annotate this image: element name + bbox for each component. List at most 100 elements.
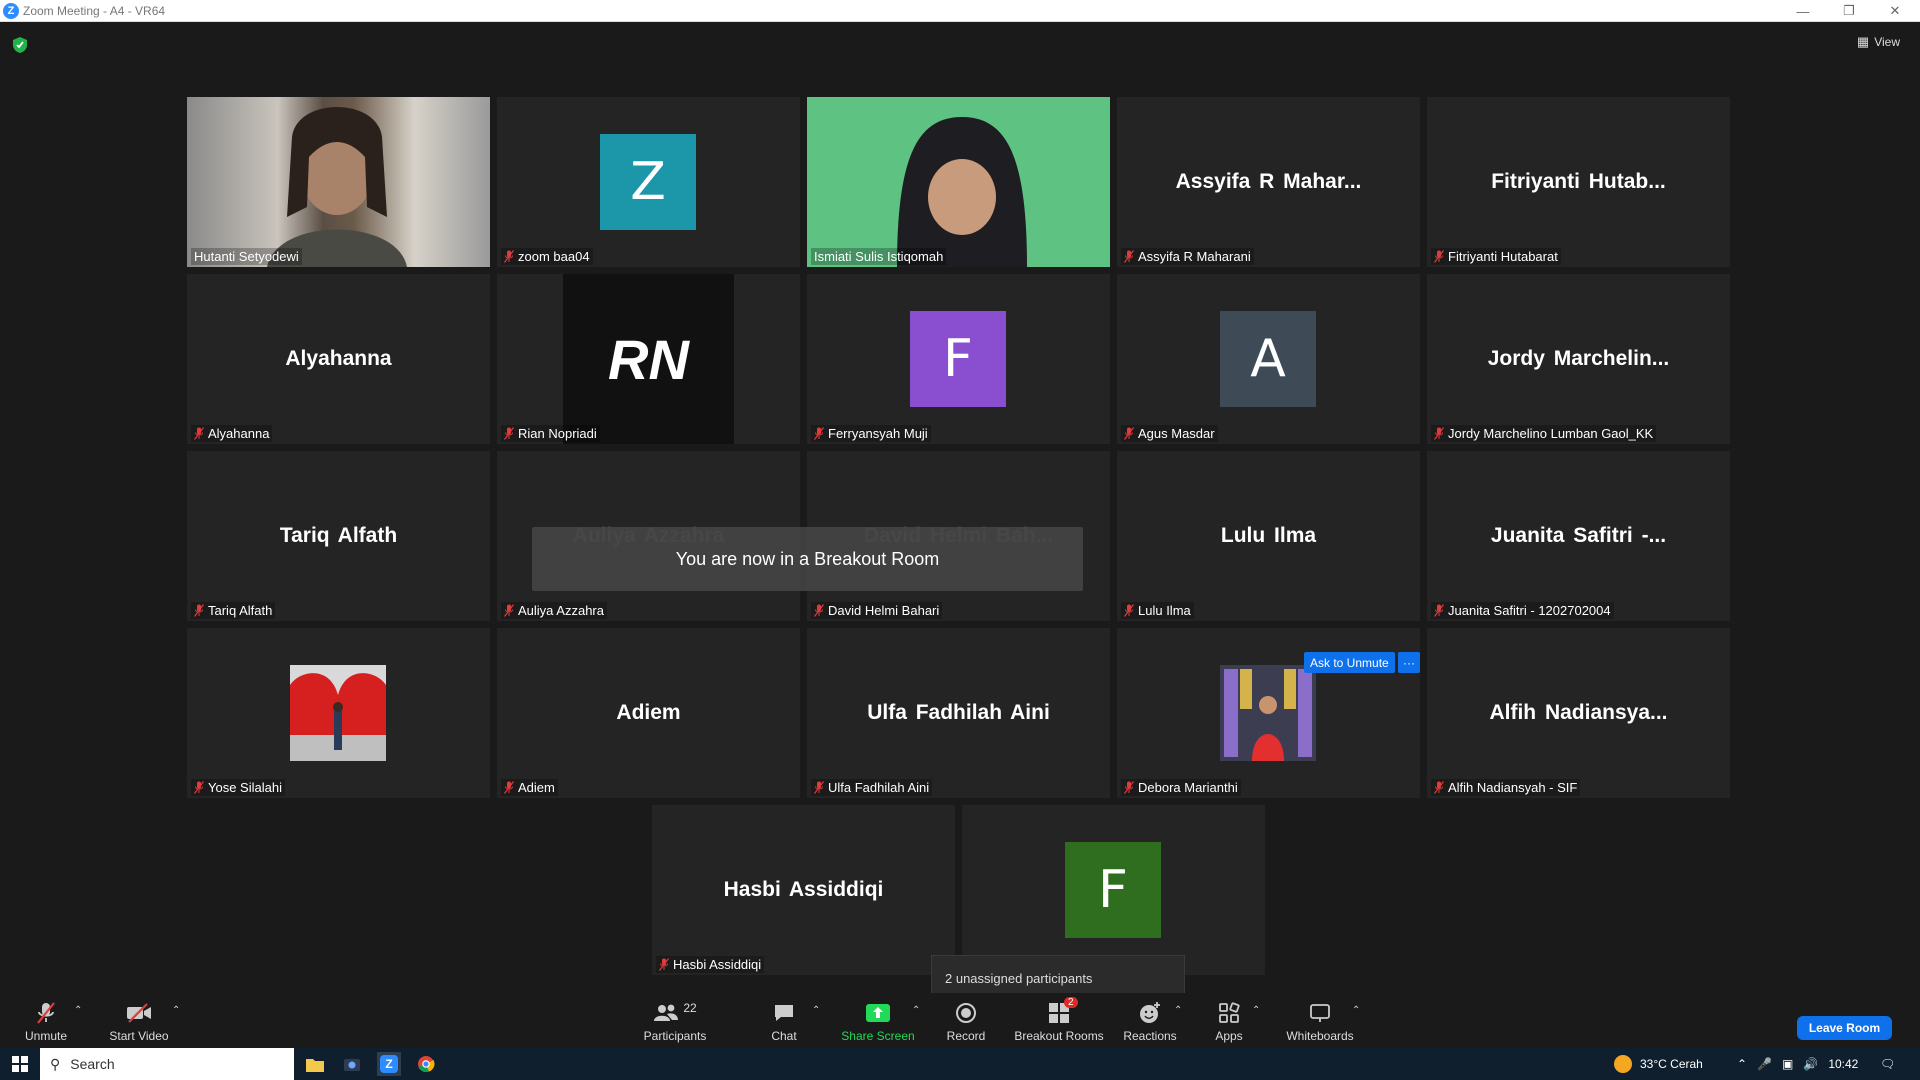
video-off-icon [125, 999, 153, 1027]
participant-tile[interactable]: Alfih Nadiansya... Alfih Nadiansyah - SIF [1427, 628, 1730, 798]
participant-video [807, 97, 1110, 267]
chrome-icon[interactable] [414, 1052, 438, 1076]
participant-tile[interactable]: Assyifa R Mahar... Assyifa R Maharani [1117, 97, 1420, 267]
mic-muted-icon [504, 781, 514, 794]
share-screen-label: Share Screen [841, 1029, 915, 1043]
share-options-caret[interactable]: ⌃ [912, 1005, 920, 1016]
mic-muted-icon [814, 604, 824, 617]
participant-logo: RN [563, 274, 734, 444]
participant-tile[interactable]: F [962, 805, 1265, 975]
participant-tile[interactable]: Jordy Marchelin... Jordy Marchelino Lumba… [1427, 274, 1730, 444]
shield-icon[interactable] [12, 36, 28, 54]
audio-options-caret[interactable]: ⌃ [74, 1005, 82, 1016]
taskbar-search-box[interactable]: ⚲ Search [40, 1048, 294, 1080]
participant-tile[interactable]: Tariq Alfath Tariq Alfath [187, 451, 490, 621]
participant-name-label: zoom baa04 [501, 248, 593, 265]
participant-tile[interactable]: Ismiati Sulis Istiqomah [807, 97, 1110, 267]
participant-tile[interactable]: Zzoom baa04 [497, 97, 800, 267]
breakout-room-notice: You are now in a Breakout Room [532, 527, 1083, 591]
participant-avatar: F [1065, 842, 1161, 938]
mic-muted-icon [814, 781, 824, 794]
participant-name-label: Hutanti Setyodewi [191, 248, 302, 265]
whiteboards-button[interactable]: Whiteboards [1284, 993, 1356, 1048]
clock-time[interactable]: 10:42 [1828, 1057, 1858, 1071]
participants-icon-wrap: 22 [653, 999, 697, 1027]
participant-profile-photo [1220, 665, 1316, 761]
participant-avatar: F [910, 311, 1006, 407]
record-button[interactable]: Record [944, 993, 988, 1048]
participant-name-label: Adiem [501, 779, 558, 796]
whiteboards-options-caret[interactable]: ⌃ [1352, 1005, 1360, 1016]
more-options-button[interactable]: ··· [1398, 652, 1420, 673]
chat-button[interactable]: Chat [768, 993, 800, 1048]
network-icon[interactable]: ▣ [1782, 1057, 1793, 1071]
reactions-options-caret[interactable]: ⌃ [1174, 1005, 1182, 1016]
reactions-button[interactable]: Reactions [1123, 993, 1177, 1048]
reactions-icon [1138, 999, 1162, 1027]
participant-tile[interactable]: Juanita Safitri -... Juanita Safitri - 12… [1427, 451, 1730, 621]
apps-button[interactable]: Apps [1212, 993, 1246, 1048]
participant-tile[interactable]: F Ferryansyah Muji [807, 274, 1110, 444]
microphone-icon[interactable]: 🎤 [1757, 1057, 1772, 1071]
participant-tile[interactable]: Fitriyanti Hutab... Fitriyanti Hutabarat [1427, 97, 1730, 267]
search-icon: ⚲ [50, 1055, 61, 1072]
mic-muted-icon [659, 958, 669, 971]
chat-options-caret[interactable]: ⌃ [812, 1005, 820, 1016]
participant-name: Jordy Marchelino Lumban Gaol_KK [1448, 426, 1654, 441]
sun-icon [1614, 1055, 1632, 1073]
apps-icon [1218, 999, 1240, 1027]
mic-muted-icon [194, 781, 204, 794]
notifications-icon[interactable]: 🗨 [1880, 1048, 1895, 1080]
participant-name-label: Debora Marianthi [1121, 779, 1241, 796]
participant-tile[interactable]: Hutanti Setyodewi [187, 97, 490, 267]
file-explorer-icon[interactable] [303, 1052, 327, 1076]
participant-tile[interactable]: Alyahanna Alyahanna [187, 274, 490, 444]
zoom-logo-icon: Z [3, 2, 19, 19]
participants-button[interactable]: 22 Participants [640, 993, 710, 1048]
mic-muted-icon [504, 250, 514, 263]
participant-tile[interactable]: Lulu Ilma Lulu Ilma [1117, 451, 1420, 621]
close-button[interactable]: ✕ [1872, 0, 1918, 22]
participant-video [187, 97, 490, 267]
participants-count: 22 [683, 1001, 697, 1015]
participant-name: Lulu Ilma [1138, 603, 1191, 618]
zoom-taskbar-icon[interactable]: Z [377, 1052, 401, 1076]
participant-name: Auliya Azzahra [518, 603, 604, 618]
participant-tile[interactable]: Adiem Adiem [497, 628, 800, 798]
participant-tile[interactable]: A Agus Masdar [1117, 274, 1420, 444]
apps-options-caret[interactable]: ⌃ [1252, 1005, 1260, 1016]
ask-to-unmute-button[interactable]: Ask to Unmute [1304, 652, 1395, 673]
record-label: Record [946, 1029, 986, 1043]
participants-icon [654, 1004, 679, 1021]
participant-name: Adiem [518, 780, 555, 795]
breakout-rooms-button[interactable]: 2 Breakout Rooms [1012, 993, 1106, 1048]
participant-tile[interactable]: RN Rian Nopriadi [497, 274, 800, 444]
grid-icon: ▦ [1856, 34, 1870, 49]
tray-chevron-icon[interactable]: ⌃ [1737, 1057, 1747, 1071]
unmute-label: Unmute [24, 1029, 68, 1043]
view-button[interactable]: ▦ View [1857, 34, 1900, 50]
leave-room-button[interactable]: Leave Room [1797, 1016, 1892, 1040]
volume-icon[interactable]: 🔊 [1803, 1057, 1818, 1071]
mic-muted-icon [1434, 781, 1444, 794]
start-video-button[interactable]: Start Video [104, 993, 174, 1048]
windows-start-icon[interactable] [8, 1052, 32, 1076]
participant-tile[interactable]: Yose Silalahi [187, 628, 490, 798]
unmute-button[interactable]: Unmute [18, 993, 74, 1048]
participant-profile-photo [290, 665, 386, 761]
participant-name-label: Alfih Nadiansyah - SIF [1431, 779, 1581, 796]
minimize-button[interactable]: — [1780, 0, 1826, 22]
mic-muted-icon [1124, 781, 1134, 794]
participant-name-label: Fitriyanti Hutabarat [1431, 248, 1561, 265]
participant-tile[interactable]: Ulfa Fadhilah Aini Ulfa Fadhilah Aini [807, 628, 1110, 798]
meeting-toolbar: Unmute ⌃ Start Video ⌃ 22 Participants C… [0, 993, 1920, 1048]
mic-muted-icon [1434, 250, 1444, 263]
restore-button[interactable]: ❐ [1826, 0, 1872, 22]
participant-display-name: Adiem [616, 701, 681, 724]
camera-app-icon[interactable] [340, 1052, 364, 1076]
mic-muted-icon [194, 427, 204, 440]
video-options-caret[interactable]: ⌃ [172, 1005, 180, 1016]
share-screen-button[interactable]: Share Screen [840, 993, 916, 1048]
participant-tile[interactable]: Hasbi Assiddiqi Hasbi Assiddiqi [652, 805, 955, 975]
weather-widget[interactable]: 33°C Cerah [1614, 1048, 1703, 1080]
